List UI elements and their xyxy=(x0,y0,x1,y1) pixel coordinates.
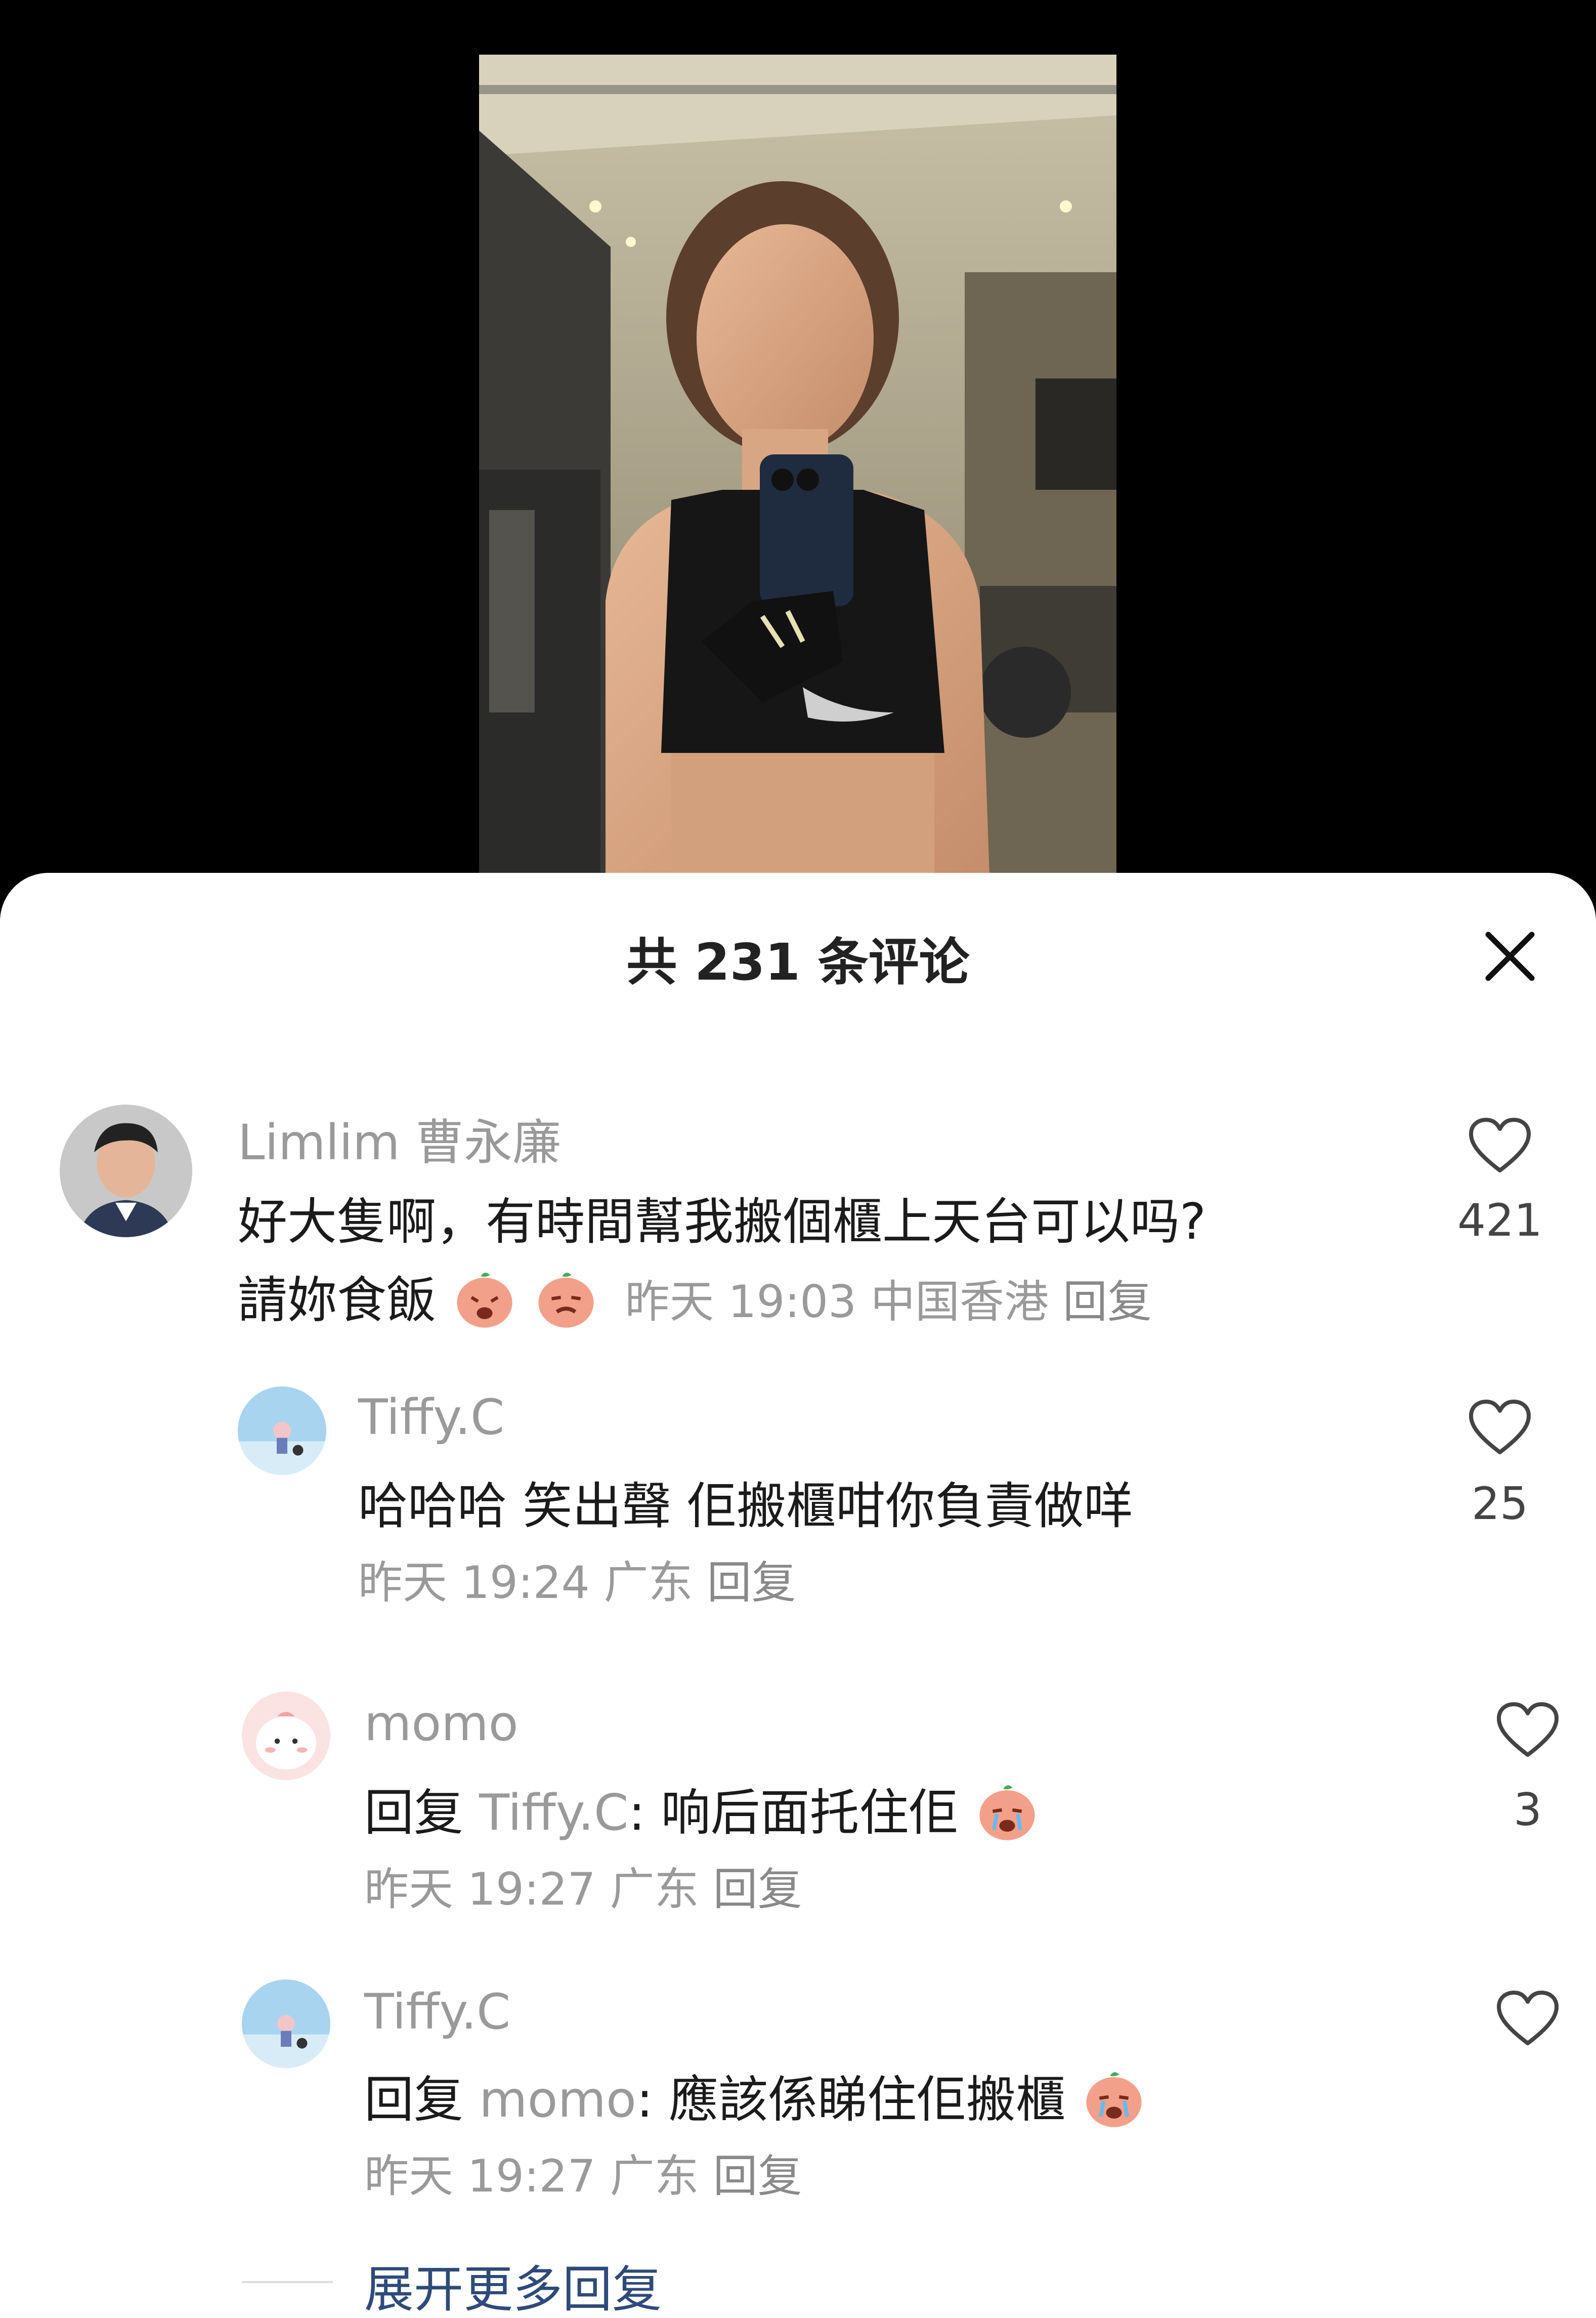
comment-meta: 昨天 19:03 中国香港 回复 xyxy=(625,1276,1152,1328)
expand-more-replies-button[interactable]: 展开更多回复 xyxy=(364,2249,662,2318)
comment-username[interactable]: Tiffy.C xyxy=(364,1984,510,2040)
avatar[interactable] xyxy=(242,1692,330,1780)
comment-text: 哈哈哈 笑出聲 佢搬櫃咁你負責做咩 xyxy=(358,1478,1134,1535)
like-count: 421 xyxy=(1457,1194,1542,1246)
crying-peach-emoji xyxy=(974,1777,1040,1855)
reply-button[interactable]: 回复 xyxy=(713,1863,802,1915)
comment-location: 广东 xyxy=(603,1556,693,1609)
heart-outline-icon[interactable] xyxy=(1467,1116,1533,1176)
comment-time: 昨天 19:27 xyxy=(364,2150,596,2202)
reply-prefix: 回复 xyxy=(364,2071,464,2129)
heart-outline-icon[interactable] xyxy=(1495,1700,1561,1761)
expand-divider xyxy=(242,2281,333,2283)
comment-time: 昨天 19:27 xyxy=(364,1863,596,1915)
comment-count-title: 共 231 条评论 xyxy=(626,933,970,992)
comment-meta: 昨天 19:27 广东 回复 xyxy=(364,2140,802,2205)
comment-username[interactable]: Limlim 曹永廉 xyxy=(238,1103,561,1173)
avatar[interactable] xyxy=(60,1105,192,1237)
reply-text: : 應該係睇住佢搬櫃 xyxy=(636,2071,1066,2129)
heart-outline-icon[interactable] xyxy=(1467,1398,1533,1458)
reply-to-username[interactable]: Tiffy.C xyxy=(479,1784,628,1842)
comment-username[interactable]: Tiffy.C xyxy=(358,1389,504,1446)
comment-sheet: 共 231 条评论 Limlim 曹永廉 好大隻啊，有時間幫我搬個櫃上天台可以吗… xyxy=(0,873,1596,2318)
comment-text: 回复 momo: 應該係睇住佢搬櫃 xyxy=(364,2059,1147,2142)
comment-location: 广东 xyxy=(610,2150,699,2202)
close-icon[interactable] xyxy=(1482,929,1538,984)
avatar[interactable] xyxy=(238,1386,326,1475)
comment-text: 回复 Tiffy.C: 响后面托住佢 xyxy=(364,1773,1040,1855)
video-frame[interactable] xyxy=(479,55,1116,890)
comment-time: 昨天 19:24 xyxy=(358,1556,590,1609)
heart-outline-icon[interactable] xyxy=(1495,1989,1561,2049)
crying-peach-emoji xyxy=(1081,2064,1147,2142)
avatar[interactable] xyxy=(242,1979,330,2068)
reply-text: : 响后面托住佢 xyxy=(628,1784,959,1842)
comment-text-line2: 請妳食飯 昨天 19:03 中国香港 回复 xyxy=(238,1260,1152,1342)
comment-text: 好大隻啊，有時間幫我搬個櫃上天台可以吗? xyxy=(238,1193,1206,1251)
reply-to-username[interactable]: momo xyxy=(479,2071,636,2129)
comment-text-prefix: 請妳食飯 xyxy=(238,1272,437,1329)
crying-peach-emoji xyxy=(452,1265,517,1342)
reply-prefix: 回复 xyxy=(364,1784,464,1842)
comment-location: 广东 xyxy=(610,1863,699,1915)
comment-time: 昨天 19:03 xyxy=(625,1276,857,1328)
comment-username[interactable]: momo xyxy=(364,1695,519,1752)
crying-peach-emoji xyxy=(533,1265,599,1342)
comment-location: 中国香港 xyxy=(871,1276,1049,1328)
reply-button[interactable]: 回复 xyxy=(1063,1276,1152,1328)
comment-meta: 昨天 19:27 广东 回复 xyxy=(364,1853,802,1918)
like-count: 3 xyxy=(1514,1784,1542,1836)
comment-meta: 昨天 19:24 广东 回复 xyxy=(358,1547,796,1611)
reply-button[interactable]: 回复 xyxy=(707,1556,796,1609)
like-count: 25 xyxy=(1472,1478,1528,1530)
reply-button[interactable]: 回复 xyxy=(713,2150,802,2202)
video-still-image xyxy=(479,55,1116,890)
